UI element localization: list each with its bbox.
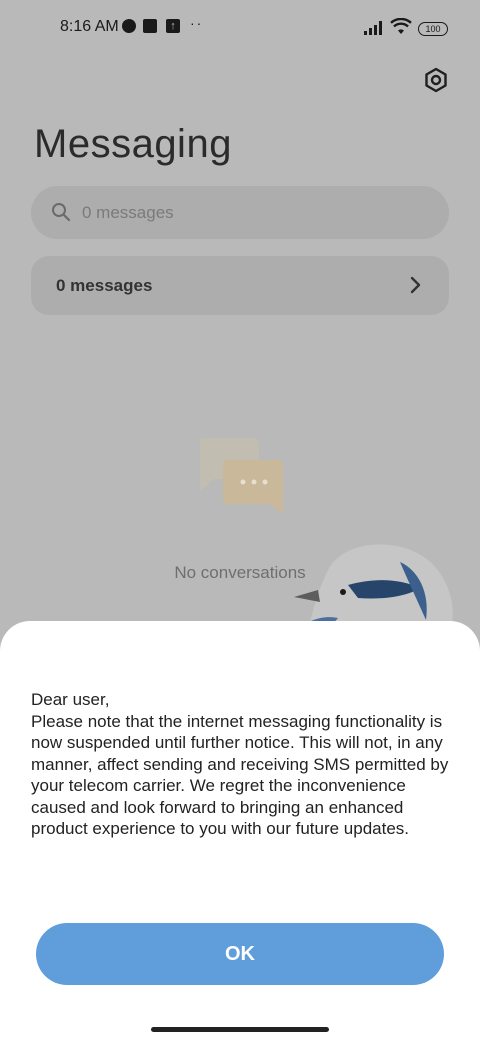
- more-notifications-icon: ··: [190, 15, 204, 31]
- search-icon: [52, 203, 71, 222]
- square-notification-icon: [143, 19, 157, 33]
- battery-icon: 100: [418, 22, 448, 36]
- messaging-screen: 8:16 AM ↑ ·· 100 Messaging 0 messages 0 …: [0, 0, 480, 1040]
- bird-illustration: [294, 544, 453, 630]
- messages-row-label: 0 messages: [56, 276, 153, 295]
- status-bar: 8:16 AM ↑ ·· 100: [0, 0, 480, 56]
- settings-button[interactable]: [420, 64, 452, 96]
- ok-button[interactable]: OK: [36, 923, 444, 985]
- messages-row[interactable]: 0 messages: [31, 256, 449, 315]
- search-bar[interactable]: 0 messages: [31, 186, 449, 239]
- page-title: Messaging: [34, 122, 232, 166]
- wifi-icon: [390, 18, 412, 34]
- home-indicator[interactable]: [151, 1027, 329, 1032]
- notice-dialog: Dear user, Please note that the internet…: [0, 621, 480, 1040]
- upload-icon: ↑: [166, 19, 180, 33]
- chevron-right-icon: [410, 276, 421, 294]
- dialog-message: Dear user, Please note that the internet…: [31, 690, 449, 838]
- signal-icon: [364, 21, 382, 35]
- chat-bubbles-icon: [199, 438, 283, 514]
- search-placeholder: 0 messages: [82, 203, 174, 222]
- status-time: 8:16 AM: [60, 18, 119, 35]
- data-saver-icon: [122, 19, 136, 33]
- gear-icon: [425, 67, 447, 93]
